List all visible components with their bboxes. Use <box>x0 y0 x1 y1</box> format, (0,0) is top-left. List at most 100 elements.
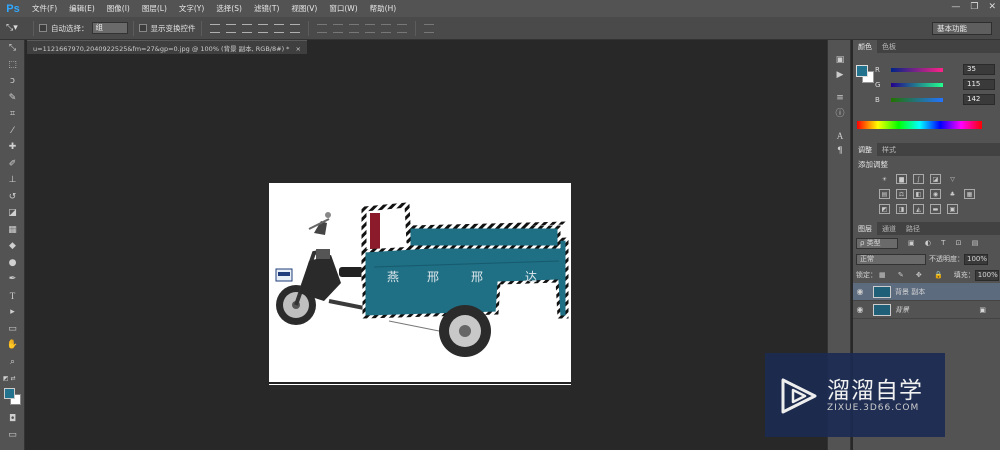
gradient-tool-icon[interactable]: ▦ <box>0 222 25 239</box>
lasso-tool-icon[interactable]: ↄ <box>0 73 25 90</box>
crop-tool-icon[interactable]: ⌗ <box>0 106 25 123</box>
info-panel-icon[interactable]: ⓘ <box>828 105 852 120</box>
vibrance-icon[interactable]: ▽ <box>947 174 958 184</box>
hue-saturation-icon[interactable]: ▤ <box>879 189 890 199</box>
maximize-icon[interactable]: ❐ <box>970 2 978 12</box>
selective-color-icon[interactable]: ▣ <box>947 204 958 214</box>
auto-align-icon[interactable] <box>423 23 434 33</box>
color-lookup-icon[interactable]: ▦ <box>964 189 975 199</box>
menu-help[interactable]: 帮助(H) <box>364 3 403 14</box>
actions-panel-icon[interactable]: ▶ <box>828 67 852 82</box>
close-tab-icon[interactable]: × <box>296 45 301 53</box>
menu-edit[interactable]: 编辑(E) <box>63 3 101 14</box>
color-spectrum[interactable] <box>857 121 982 129</box>
pen-tool-icon[interactable]: ✒ <box>0 271 25 288</box>
invert-icon[interactable]: ◩ <box>879 204 890 214</box>
distribute-top-icon[interactable] <box>316 23 327 33</box>
color-foreground-swatch[interactable] <box>856 65 868 77</box>
menu-layer[interactable]: 图层(L) <box>136 3 173 14</box>
blue-value-field[interactable]: 142 <box>963 94 995 105</box>
distribute-left-icon[interactable] <box>364 23 375 33</box>
quick-mask-icon[interactable]: ◘ <box>0 411 25 428</box>
distribute-right-icon[interactable] <box>396 23 407 33</box>
lock-icons[interactable]: ▦ ✎ ✥ 🔒 <box>879 271 948 279</box>
levels-icon[interactable]: ▆ <box>896 174 907 184</box>
move-tool-icon[interactable]: ⤡▾ <box>6 23 28 33</box>
color-balance-icon[interactable]: ⚖ <box>896 189 907 199</box>
tab-layers[interactable]: 图层 <box>853 222 877 235</box>
shape-tool-icon[interactable]: ▭ <box>0 321 25 338</box>
properties-panel-icon[interactable]: ≡ <box>828 90 852 105</box>
align-top-icon[interactable] <box>209 23 220 33</box>
tab-swatches[interactable]: 色板 <box>877 40 901 53</box>
opacity-field[interactable]: 100% <box>964 253 988 265</box>
align-vcenter-icon[interactable] <box>225 23 236 33</box>
auto-select-dropdown[interactable]: 组 <box>91 22 128 34</box>
workspace-dropdown[interactable]: 基本功能 <box>932 22 992 35</box>
curves-icon[interactable]: ∫ <box>913 174 924 184</box>
menu-window[interactable]: 窗口(W) <box>323 3 363 14</box>
hand-tool-icon[interactable]: ✋ <box>0 337 25 354</box>
tab-paths[interactable]: 路径 <box>901 222 925 235</box>
path-select-tool-icon[interactable]: ▸ <box>0 304 25 321</box>
visibility-eye-icon[interactable]: ◉ <box>853 305 867 314</box>
eyedropper-tool-icon[interactable]: ⁄ <box>0 123 25 140</box>
menu-image[interactable]: 图像(I) <box>101 3 136 14</box>
gradient-map-icon[interactable]: ▬ <box>930 204 941 214</box>
zoom-tool-icon[interactable]: ⌕ <box>0 354 25 371</box>
filter-icons[interactable]: ▣ ◐ T ⊡ ▤ <box>908 239 982 247</box>
red-value-field[interactable]: 35 <box>963 64 995 75</box>
menu-type[interactable]: 文字(Y) <box>173 3 210 14</box>
menu-file[interactable]: 文件(F) <box>26 3 63 14</box>
document-tab[interactable]: u=1121667970,2040922525&fm=27&gp=0.jpg @… <box>27 40 307 54</box>
menu-view[interactable]: 视图(V) <box>285 3 323 14</box>
blend-mode-dropdown[interactable]: 正常 <box>856 253 926 265</box>
green-value-field[interactable]: 115 <box>963 79 995 90</box>
move-tool-icon[interactable]: ⤡ <box>0 40 25 57</box>
green-slider[interactable] <box>891 82 943 87</box>
show-transform-checkbox[interactable] <box>138 24 147 32</box>
channel-mixer-icon[interactable]: ♣ <box>947 189 958 199</box>
align-hcenter-icon[interactable] <box>273 23 284 33</box>
dodge-tool-icon[interactable]: ● <box>0 255 25 272</box>
history-panel-icon[interactable]: ▣ <box>828 52 852 67</box>
screen-mode-icon[interactable]: ▭ <box>0 427 25 444</box>
menu-select[interactable]: 选择(S) <box>210 3 248 14</box>
photo-filter-icon[interactable]: ◉ <box>930 189 941 199</box>
character-panel-icon[interactable]: A <box>828 128 852 143</box>
black-white-icon[interactable]: ◧ <box>913 189 924 199</box>
close-window-icon[interactable]: ✕ <box>988 2 996 12</box>
distribute-bottom-icon[interactable] <box>348 23 359 33</box>
distribute-hcenter-icon[interactable] <box>380 23 391 33</box>
visibility-eye-icon[interactable]: ◉ <box>853 287 867 296</box>
paragraph-panel-icon[interactable]: ¶ <box>828 143 852 158</box>
threshold-icon[interactable]: ◭ <box>913 204 924 214</box>
healing-brush-tool-icon[interactable]: ✚ <box>0 139 25 156</box>
blue-slider[interactable] <box>891 97 943 102</box>
posterize-icon[interactable]: ◨ <box>896 204 907 214</box>
clone-stamp-tool-icon[interactable]: ⊥ <box>0 172 25 189</box>
layer-kind-dropdown[interactable]: ρ 类型 <box>856 237 898 249</box>
layer-row[interactable]: ◉ 背景 副本 <box>853 283 1000 301</box>
tab-adjustments[interactable]: 调整 <box>853 143 877 156</box>
document-canvas[interactable]: 燕 邢 邢 达 <box>269 183 571 385</box>
tab-channels[interactable]: 通道 <box>877 222 901 235</box>
minimize-icon[interactable]: — <box>951 2 960 12</box>
marquee-tool-icon[interactable]: ⬚ <box>0 57 25 74</box>
fill-field[interactable]: 100% <box>974 269 999 281</box>
brush-tool-icon[interactable]: ✐ <box>0 156 25 173</box>
swap-colors-icon[interactable]: ◩ ⇄ <box>0 370 25 387</box>
brightness-icon[interactable]: ☀ <box>879 174 890 184</box>
align-bottom-icon[interactable] <box>241 23 252 33</box>
tab-color[interactable]: 颜色 <box>853 40 877 53</box>
history-brush-tool-icon[interactable]: ↺ <box>0 189 25 206</box>
tab-styles[interactable]: 样式 <box>877 143 901 156</box>
align-right-icon[interactable] <box>289 23 300 33</box>
menu-filter[interactable]: 滤镜(T) <box>248 3 285 14</box>
auto-select-checkbox[interactable] <box>39 24 47 32</box>
foreground-color-swatch[interactable] <box>4 387 15 399</box>
align-left-icon[interactable] <box>257 23 268 33</box>
type-tool-icon[interactable]: T <box>0 288 25 305</box>
distribute-vcenter-icon[interactable] <box>332 23 343 33</box>
quick-select-tool-icon[interactable]: ✎ <box>0 90 25 107</box>
